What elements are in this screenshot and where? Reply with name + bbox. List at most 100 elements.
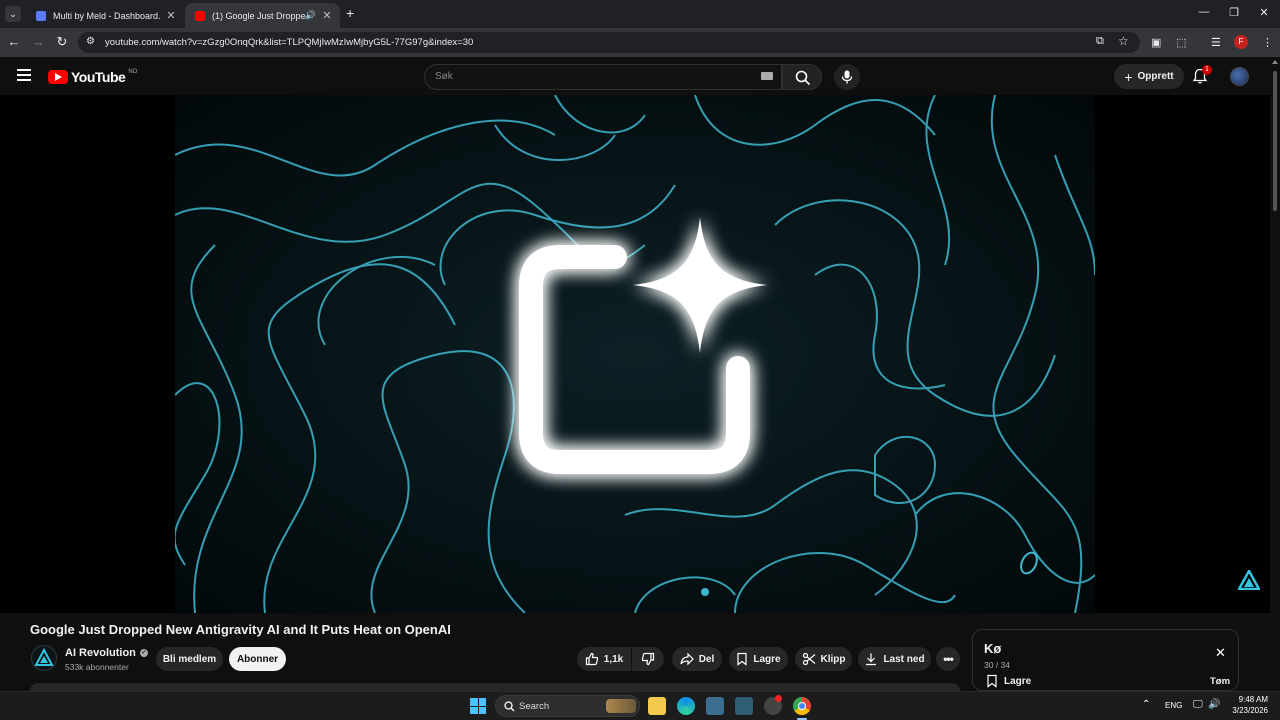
notifications-button[interactable]: 1 [1192, 65, 1212, 90]
snipping-tool-icon[interactable] [735, 697, 753, 715]
browser-menu-icon[interactable]: ⋮ [1262, 36, 1273, 49]
guide-menu-icon[interactable] [17, 69, 31, 81]
clip-button[interactable]: Klipp [795, 647, 852, 671]
close-tab-icon[interactable]: ✕ [320, 9, 334, 22]
audio-playing-icon[interactable]: 🔊 [305, 10, 316, 21]
extension-icon[interactable]: ▣ [1151, 36, 1161, 49]
more-horizontal-icon: ••• [943, 652, 954, 666]
like-button[interactable]: 1,1k [577, 647, 631, 671]
video-thumbnail-art [175, 95, 1095, 613]
download-button[interactable]: Last ned [858, 647, 931, 671]
search-button[interactable] [782, 64, 822, 90]
youtube-masthead: YouTube NO Søk + Opprett 1 [0, 57, 1280, 95]
windows-taskbar: Search ⌃ ENG 🖵 🔊 9:48 AM 3/23/2026 [0, 691, 1280, 720]
more-actions-button[interactable]: ••• [936, 647, 960, 671]
download-label: Last ned [883, 653, 925, 665]
subscribe-button[interactable]: Abonner [229, 647, 286, 671]
browser-tab-meld[interactable]: Multi by Meld - Dashboard. ✕ [26, 3, 184, 28]
channel-avatar[interactable] [31, 645, 57, 671]
scissors-icon [802, 652, 815, 666]
site-info-icon[interactable]: ⚙ [86, 36, 95, 47]
show-hidden-icons-chevron-icon[interactable]: ⌃ [1142, 699, 1150, 710]
subscribe-label: Abonner [236, 653, 279, 665]
tab-search-button[interactable]: ⌄ [5, 6, 21, 22]
clip-label: Klipp [820, 653, 846, 665]
queue-title: Kø [984, 641, 1002, 656]
close-tab-icon[interactable]: ✕ [164, 9, 178, 22]
share-label: Del [698, 653, 715, 665]
address-bar[interactable]: ⚙ youtube.com/watch?v=zGzg0OnqQrk&list=T… [78, 32, 1140, 53]
minimize-window-icon[interactable]: — [1194, 6, 1214, 18]
start-menu-windows-icon[interactable] [470, 698, 486, 714]
video-frame[interactable] [175, 95, 1095, 613]
youtube-favicon-icon [195, 10, 205, 21]
notification-badge: 1 [1202, 65, 1212, 75]
save-button[interactable]: Lagre [729, 647, 788, 671]
install-app-icon[interactable]: ⧉ [1096, 35, 1104, 48]
language-indicator[interactable]: ENG [1165, 701, 1182, 710]
queue-save-button[interactable]: Lagre [986, 674, 1031, 688]
taskbar-search-box[interactable]: Search [495, 695, 640, 717]
page-scrollbar[interactable] [1270, 57, 1280, 691]
scroll-up-arrow-icon[interactable] [1272, 60, 1278, 64]
voice-search-button[interactable] [834, 64, 860, 90]
bookmark-icon [987, 674, 997, 688]
account-avatar[interactable] [1230, 67, 1249, 86]
browser-tab-strip: ⌄ Multi by Meld - Dashboard. ✕ (1) Googl… [0, 0, 1280, 28]
queue-save-label: Lagre [1004, 675, 1032, 687]
scrollbar-thumb[interactable] [1273, 71, 1277, 211]
url-text[interactable]: youtube.com/watch?v=zGzg0OnqQrk&list=TLP… [105, 37, 473, 48]
channel-name-text: AI Revolution [65, 647, 136, 659]
queue-clear-button[interactable]: Tøm [1210, 676, 1230, 687]
clock-date[interactable]: 3/23/2026 [1228, 706, 1268, 715]
network-icon[interactable]: 🖵 [1193, 699, 1203, 710]
thumbs-up-icon [585, 652, 598, 666]
extensions-puzzle-icon[interactable]: ⬚ [1176, 36, 1186, 49]
new-tab-button[interactable]: + [346, 5, 354, 21]
bookmark-star-icon[interactable]: ☆ [1118, 34, 1129, 48]
taskbar-app-icon[interactable] [706, 697, 724, 715]
close-window-icon[interactable]: ✕ [1254, 6, 1274, 19]
taskbar-app-notification-icon[interactable] [764, 695, 782, 715]
browser-tab-youtube[interactable]: (1) Google Just Dropped Ne 🔊 ✕ [185, 3, 340, 28]
edge-browser-icon[interactable] [677, 697, 695, 715]
volume-icon[interactable]: 🔊 [1208, 699, 1220, 710]
search-highlight-image [606, 699, 636, 713]
dislike-button[interactable] [632, 647, 664, 671]
channel-watermark-logo[interactable] [1236, 568, 1262, 595]
plus-icon: + [1124, 68, 1133, 85]
video-player[interactable] [0, 95, 1270, 613]
channel-name[interactable]: AI Revolution ✓ [65, 647, 148, 659]
queue-panel: Kø 30 / 34 ✕ Lagre Tøm [972, 629, 1239, 691]
back-icon[interactable]: ← [6, 34, 22, 49]
tab-title: Multi by Meld - Dashboard. [53, 10, 161, 21]
chrome-browser-icon[interactable] [793, 697, 811, 715]
clock-time[interactable]: 9:48 AM [1236, 695, 1268, 704]
search-icon [504, 701, 515, 712]
file-explorer-icon[interactable] [648, 697, 666, 715]
join-label: Bli medlem [162, 653, 217, 665]
queue-position: 30 / 34 [984, 660, 1010, 670]
country-code: NO [128, 69, 138, 75]
video-title: Google Just Dropped New Antigravity AI a… [30, 622, 451, 637]
reload-icon[interactable]: ↻ [54, 34, 70, 50]
share-button[interactable]: Del [672, 647, 722, 671]
search-input[interactable]: Søk [424, 64, 782, 90]
create-button[interactable]: + Opprett [1114, 64, 1184, 89]
profile-avatar[interactable]: F [1234, 35, 1248, 49]
youtube-play-logo-icon [48, 70, 68, 84]
join-button[interactable]: Bli medlem [156, 647, 223, 671]
forward-icon[interactable]: → [30, 34, 46, 49]
youtube-logo[interactable]: YouTube NO [48, 69, 137, 85]
browser-toolbar: ← → ↻ ⚙ youtube.com/watch?v=zGzg0OnqQrk&… [0, 28, 1280, 57]
reading-list-icon[interactable]: ☰ [1211, 36, 1221, 49]
subscriber-count: 533k abonnenter [65, 662, 129, 672]
download-icon [866, 653, 877, 666]
restore-window-icon[interactable]: ❐ [1224, 6, 1244, 19]
close-queue-icon[interactable]: ✕ [1215, 645, 1226, 661]
description-box[interactable] [30, 683, 960, 691]
taskbar-search-label: Search [519, 701, 550, 712]
keyboard-icon[interactable] [761, 72, 773, 80]
create-label: Opprett [1137, 71, 1174, 82]
share-arrow-icon [680, 652, 694, 666]
